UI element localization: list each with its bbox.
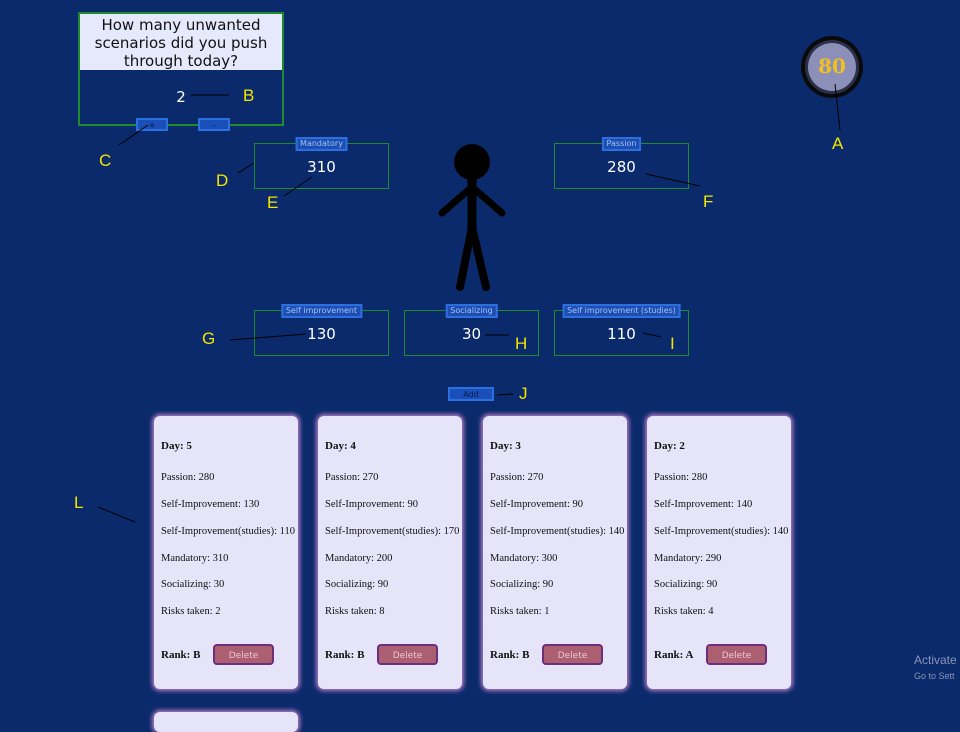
card-passion: Passion: 270 [325, 472, 379, 483]
watermark-subtitle: Go to Sett [914, 671, 955, 681]
card-day: Day: 2 [654, 440, 685, 452]
day-card: Day: 4 Passion: 270 Self-Improvement: 90… [318, 416, 462, 689]
annotation-c: C [99, 151, 112, 170]
card-socializing: Socializing: 90 [654, 579, 718, 590]
annotation-e: E [267, 193, 279, 212]
leader-line-l [97, 506, 136, 523]
leader-line-g [229, 333, 307, 341]
annotation-i: I [670, 334, 675, 353]
card-self-improvement: Self-Improvement: 130 [161, 499, 260, 510]
leader-line-i [642, 332, 662, 338]
card-day: Day: 5 [161, 440, 192, 452]
card-self-improvement-studies: Self-Improvement(studies): 140 [490, 526, 625, 537]
card-rank: Rank: B [161, 649, 201, 661]
leader-line-a [834, 83, 841, 131]
annotation-l: L [74, 493, 84, 512]
leader-line-j [496, 393, 514, 396]
annotation-f: F [703, 192, 714, 211]
card-day: Day: 3 [490, 440, 521, 452]
delete-button[interactable]: Delete [213, 644, 274, 665]
card-self-improvement-studies: Self-Improvement(studies): 110 [161, 526, 296, 537]
card-self-improvement: Self-Improvement: 90 [490, 499, 584, 510]
card-risks-taken: Risks taken: 8 [325, 606, 385, 617]
card-passion: Passion: 270 [490, 472, 544, 483]
card-risks-taken: Risks taken: 4 [654, 606, 714, 617]
card-day: Day: 4 [325, 440, 356, 452]
delete-button[interactable]: Delete [377, 644, 438, 665]
annotation-g: G [202, 329, 216, 348]
delete-button[interactable]: Delete [542, 644, 603, 665]
card-mandatory: Mandatory: 300 [490, 553, 558, 564]
card-mandatory: Mandatory: 310 [161, 553, 229, 564]
card-socializing: Socializing: 90 [490, 579, 554, 590]
leader-line-e [283, 176, 313, 197]
day-card: Day: 3 Passion: 270 Self-Improvement: 90… [483, 416, 627, 689]
leader-line-c [118, 124, 149, 146]
card-mandatory: Mandatory: 200 [325, 553, 393, 564]
annotation-a: A [832, 134, 844, 153]
card-self-improvement-studies: Self-Improvement(studies): 140 [654, 526, 789, 537]
card-self-improvement: Self-Improvement: 90 [325, 499, 419, 510]
annotation-lines [97, 83, 841, 648]
card-self-improvement: Self-Improvement: 140 [654, 499, 753, 510]
card-rank: Rank: A [654, 649, 694, 661]
annotation-h: H [515, 334, 528, 353]
card-risks-taken: Risks taken: 1 [490, 606, 550, 617]
day-card-partial [154, 712, 298, 732]
watermark-title: Activate [914, 653, 957, 667]
card-passion: Passion: 280 [654, 472, 708, 483]
delete-button[interactable]: Delete [706, 644, 767, 665]
card-passion: Passion: 280 [161, 472, 215, 483]
leader-line-d [237, 162, 255, 174]
annotation-d: D [216, 171, 229, 190]
card-mandatory: Mandatory: 290 [654, 553, 722, 564]
leader-line-f [645, 173, 701, 187]
card-self-improvement-studies: Self-Improvement(studies): 170 [325, 526, 460, 537]
card-rank: Rank: B [490, 649, 530, 661]
card-rank: Rank: B [325, 649, 365, 661]
day-card: Day: 5 Passion: 280 Self-Improvement: 13… [154, 416, 298, 689]
annotation-b: B [243, 86, 255, 105]
day-card: Day: 2 Passion: 280 Self-Improvement: 14… [647, 416, 791, 689]
card-socializing: Socializing: 30 [161, 579, 225, 590]
card-socializing: Socializing: 90 [325, 579, 389, 590]
card-risks-taken: Risks taken: 2 [161, 606, 221, 617]
annotation-j: J [519, 384, 528, 403]
